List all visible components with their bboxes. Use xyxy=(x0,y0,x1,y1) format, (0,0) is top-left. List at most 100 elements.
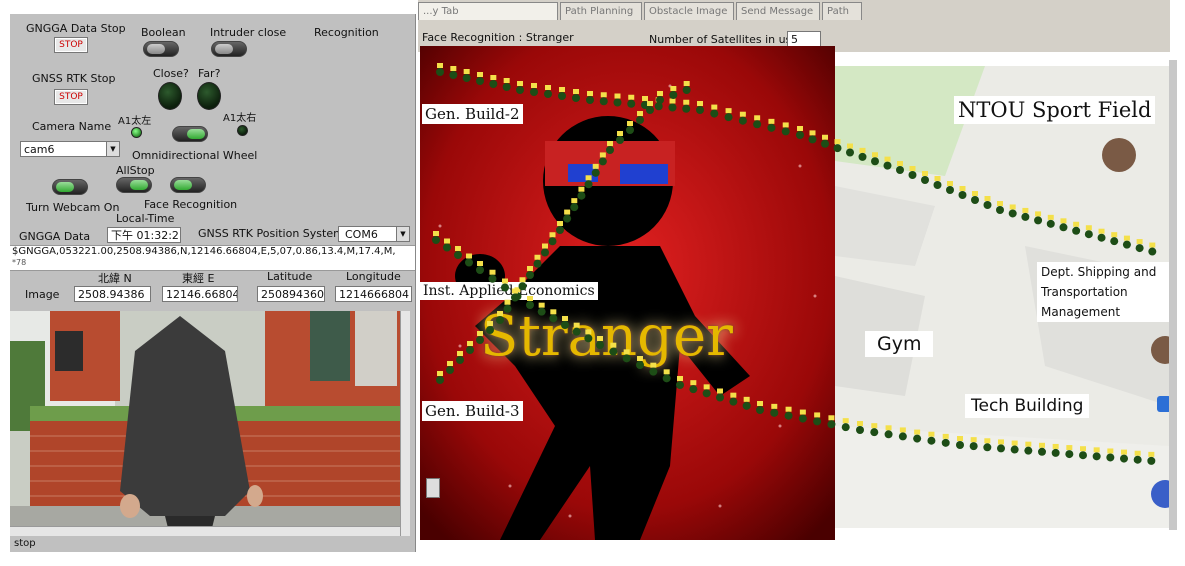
path-marker-flag xyxy=(466,253,472,259)
path-marker-flag xyxy=(683,81,690,86)
path-marker xyxy=(1065,450,1074,459)
path-marker xyxy=(636,116,644,124)
path-marker-flag xyxy=(538,302,545,308)
path-marker xyxy=(956,441,964,449)
path-marker-flag xyxy=(527,296,533,301)
path-marker-flag xyxy=(647,101,653,106)
path-marker xyxy=(526,301,534,309)
path-marker xyxy=(548,237,557,246)
path-marker xyxy=(613,98,622,107)
path-marker-flag xyxy=(578,186,585,192)
path-marker xyxy=(767,123,776,132)
path-marker-flag xyxy=(785,406,792,412)
path-marker-flag xyxy=(549,232,556,238)
path-marker xyxy=(1120,454,1128,463)
path-marker xyxy=(1021,212,1030,221)
path-marker xyxy=(983,443,992,452)
path-marker-flag xyxy=(433,231,439,236)
path-marker xyxy=(533,259,542,268)
path-marker-flag xyxy=(717,388,723,394)
path-marker-flag xyxy=(1039,442,1045,448)
path-marker xyxy=(958,191,967,199)
path-marker-flag xyxy=(1066,445,1073,451)
path-marker xyxy=(1034,216,1043,225)
path-marker-flag xyxy=(959,186,966,191)
path-marker-flag xyxy=(650,362,657,368)
path-marker-flag xyxy=(1025,441,1032,447)
path-marker xyxy=(1059,223,1068,232)
path-marker xyxy=(753,120,762,129)
path-marker xyxy=(556,226,564,234)
path-marker xyxy=(584,180,593,189)
path-marker-flag xyxy=(1011,440,1018,446)
path-marker-flag xyxy=(922,171,928,176)
path-marker-flag xyxy=(557,221,563,226)
path-marker-flag xyxy=(934,176,941,181)
path-marker xyxy=(466,346,474,354)
path-marker-flag xyxy=(1022,207,1029,213)
path-marker-flag xyxy=(562,316,568,321)
path-marker-flag xyxy=(871,423,878,429)
path-marker xyxy=(488,274,497,283)
path-marker-flag xyxy=(531,83,537,88)
path-marker xyxy=(1097,233,1106,242)
path-marker xyxy=(626,126,634,134)
path-marker-flag xyxy=(947,181,953,186)
path-marker xyxy=(526,271,534,279)
path-marker-flag xyxy=(607,141,613,146)
path-marker-flag xyxy=(637,356,643,361)
path-marker-flag xyxy=(534,254,541,260)
path-marker-flag xyxy=(455,246,461,251)
path-marker xyxy=(476,336,484,344)
path-marker-flag xyxy=(1060,218,1067,224)
path-marker xyxy=(503,304,512,313)
path-marker-flag xyxy=(1035,211,1042,217)
path-marker-flag xyxy=(519,277,526,283)
path-marker xyxy=(1046,219,1055,228)
path-marker xyxy=(446,366,454,374)
path-marker-flag xyxy=(477,261,483,266)
path-marker xyxy=(476,266,484,274)
path-marker xyxy=(516,86,524,94)
path-marker-flag xyxy=(998,439,1004,445)
path-marker-flag xyxy=(768,118,775,124)
path-marker-flag xyxy=(872,152,878,158)
path-marker xyxy=(884,430,893,439)
path-marker-flag xyxy=(690,380,697,386)
path-marker xyxy=(563,214,572,223)
path-marker-flag xyxy=(970,437,977,443)
path-marker-flag xyxy=(984,438,991,444)
path-marker xyxy=(813,417,822,426)
path-marker-flag xyxy=(559,87,565,92)
path-marker-flag xyxy=(884,156,891,162)
path-marker xyxy=(858,152,867,161)
path-marker-flag xyxy=(463,69,470,74)
path-marker xyxy=(572,327,581,336)
path-marker xyxy=(668,103,677,112)
path-marker xyxy=(846,148,854,157)
path-marker xyxy=(770,408,779,417)
path-marker-flag xyxy=(1052,443,1059,449)
map-scrollbar[interactable] xyxy=(1169,60,1177,530)
path-marker xyxy=(586,96,594,104)
path-marker xyxy=(808,135,817,144)
path-marker-flag xyxy=(984,196,991,201)
path-marker-flag xyxy=(1148,451,1155,457)
path-marker xyxy=(561,321,569,329)
path-marker xyxy=(636,361,644,369)
path-marker-flag xyxy=(477,72,483,77)
path-marker-flag xyxy=(711,104,718,110)
path-marker-flag xyxy=(573,89,579,94)
path-marker xyxy=(969,442,978,451)
path-marker xyxy=(436,68,444,76)
path-marker xyxy=(476,77,484,85)
path-marker xyxy=(606,146,614,154)
path-marker xyxy=(784,411,793,420)
path-marker-flag xyxy=(1085,225,1092,231)
path-marker-flag xyxy=(897,161,903,166)
path-marker-flag xyxy=(697,101,703,106)
path-marker xyxy=(689,385,698,394)
path-marker xyxy=(841,423,850,432)
path-marker xyxy=(1135,244,1144,253)
path-marker xyxy=(669,91,678,99)
